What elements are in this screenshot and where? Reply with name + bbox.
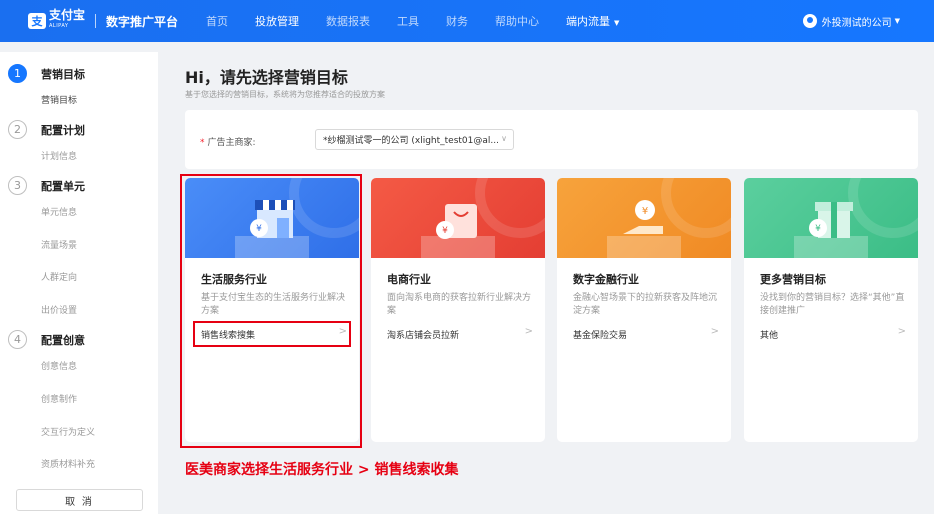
advertiser-select-value: *纱榴测试零一的公司 (xlight_test01@al... [323,136,499,146]
goal-card-digital-finance[interactable]: ¥ 数字金融行业 金融心智场景下的拉新获客及阵地沉淀方案 基金保险交易 > [557,178,731,442]
card-description: 金融心智场景下的拉新获客及阵地沉淀方案 [573,293,718,316]
sidebar-item-audience-targeting[interactable]: 人群定向 [41,270,77,283]
account-name: 外投测试的公司 [821,17,892,29]
card-option-label: 基金保险交易 [573,331,628,341]
sidebar-item-marketing-goal[interactable]: 营销目标 [41,93,77,106]
step-1[interactable]: 1 营销目标 [8,64,85,83]
logo-divider [95,14,97,28]
chevron-right-icon: > [897,326,906,337]
card-option-label: 淘系店铺会员拉新 [387,331,460,341]
chevron-right-icon: > [710,326,719,337]
card-banner: ¥ [371,178,545,258]
chevron-right-icon: > [524,326,533,337]
user-avatar-icon [802,14,817,28]
nav-item-help-center[interactable]: 帮助中心 [495,13,539,29]
step-sidebar: 1 营销目标 营销目标 2 配置计划 计划信息 3 配置单元 单元信息 流量场景… [0,52,158,514]
page-title: Hi，请先选择营销目标 [185,68,348,87]
caret-down-icon: ▼ [614,19,620,27]
nav-item-finance[interactable]: 财务 [446,13,468,29]
card-banner: ¥ [557,178,731,258]
highlight-box-card [180,174,362,448]
svg-text:¥: ¥ [442,226,448,236]
step-number: 2 [8,120,27,139]
sidebar-item-unit-info[interactable]: 单元信息 [41,205,77,218]
cancel-button[interactable]: 取 消 [16,489,143,511]
nav-item-in-app-traffic[interactable]: 端内流量 ▼ [566,13,619,29]
step-title: 配置单元 [41,179,85,193]
advertiser-select[interactable]: *纱榴测试零一的公司 (xlight_test01@al... ∨ [315,129,514,150]
card-title: 数字金融行业 [573,273,639,286]
svg-text:¥: ¥ [815,224,821,234]
required-mark: * [200,138,205,148]
card-option-fund-insurance[interactable]: 基金保险交易 > [573,326,723,341]
nav-item-reports[interactable]: 数据报表 [326,13,370,29]
highlight-box-option [193,321,351,347]
sidebar-item-qualification-materials[interactable]: 资质材料补充 [41,457,95,470]
page-subtitle: 基于您选择的营销目标，系统将为您推荐适合的投放方案 [185,90,385,99]
goal-card-more[interactable]: ¥ 更多营销目标 没找到你的营销目标？选择“其他”直接创建推广 其他 > [744,178,918,442]
card-title: 更多营销目标 [760,273,826,286]
card-option-label: 其他 [760,331,779,341]
step-4[interactable]: 4 配置创意 [8,330,85,349]
main-nav: 首页 投放管理 数据报表 工具 财务 帮助中心 端内流量 ▼ [206,0,646,42]
card-title: 电商行业 [387,273,431,286]
nav-item-in-app-traffic-label: 端内流量 [566,15,611,28]
card-option-other[interactable]: 其他 > [760,326,910,341]
gift-box-icon: ¥ [794,202,868,258]
alipay-logo[interactable]: 支 支付宝 ALIPAY [28,8,86,32]
nav-item-tools[interactable]: 工具 [397,13,419,29]
step-3[interactable]: 3 配置单元 [8,176,85,195]
nav-item-home[interactable]: 首页 [206,13,228,29]
sidebar-item-creative-production[interactable]: 创意制作 [41,392,77,405]
step-2[interactable]: 2 配置计划 [8,120,85,139]
goal-card-ecommerce[interactable]: ¥ 电商行业 面向淘系电商的获客拉新行业解决方案 淘系店铺会员拉新 > [371,178,545,442]
chevron-down-icon: ∨ [501,134,507,143]
sidebar-item-traffic-scene[interactable]: 流量场景 [41,238,77,251]
sidebar-item-plan-info[interactable]: 计划信息 [41,149,77,162]
sidebar-item-creative-info[interactable]: 创意信息 [41,359,77,372]
svg-text:¥: ¥ [642,206,648,217]
alipay-logo-icon: 支 [28,13,46,29]
top-navigation-bar: 支 支付宝 ALIPAY 数字推广平台 首页 投放管理 数据报表 工具 财务 帮… [0,0,934,42]
logo-text-en: ALIPAY [49,23,69,29]
sidebar-item-bid-settings[interactable]: 出价设置 [41,303,77,316]
step-number: 3 [8,176,27,195]
card-description: 面向淘系电商的获客拉新行业解决方案 [387,293,532,316]
nav-item-campaign-management[interactable]: 投放管理 [255,13,299,29]
card-banner: ¥ [744,178,918,258]
platform-name: 数字推广平台 [106,14,179,29]
annotation-caption: 医美商家选择生活服务行业 > 销售线索收集 [185,462,459,478]
caret-down-icon: ▼ [894,17,900,25]
step-number: 4 [8,330,27,349]
advertiser-label-text: 广告主商家: [207,138,256,148]
card-option-taobao-membership[interactable]: 淘系店铺会员拉新 > [387,326,537,341]
step-title: 配置计划 [41,123,85,137]
step-title: 配置创意 [41,333,85,347]
logo-text-cn: 支付宝 [49,8,86,22]
step-number: 1 [8,64,27,83]
logo-text: 支付宝 ALIPAY [49,8,86,32]
step-title: 营销目标 [41,67,85,81]
sidebar-item-interaction-definition[interactable]: 交互行为定义 [41,425,95,438]
shopping-bag-icon: ¥ [421,204,495,258]
card-description: 没找到你的营销目标？选择“其他”直接创建推广 [760,293,905,316]
hand-coin-icon: ¥ [607,200,681,258]
account-menu[interactable]: 外投测试的公司 ▼ [802,0,900,42]
advertiser-label: * 广告主商家: [200,135,256,148]
advertiser-panel: * 广告主商家: *纱榴测试零一的公司 (xlight_test01@al... … [185,110,918,169]
